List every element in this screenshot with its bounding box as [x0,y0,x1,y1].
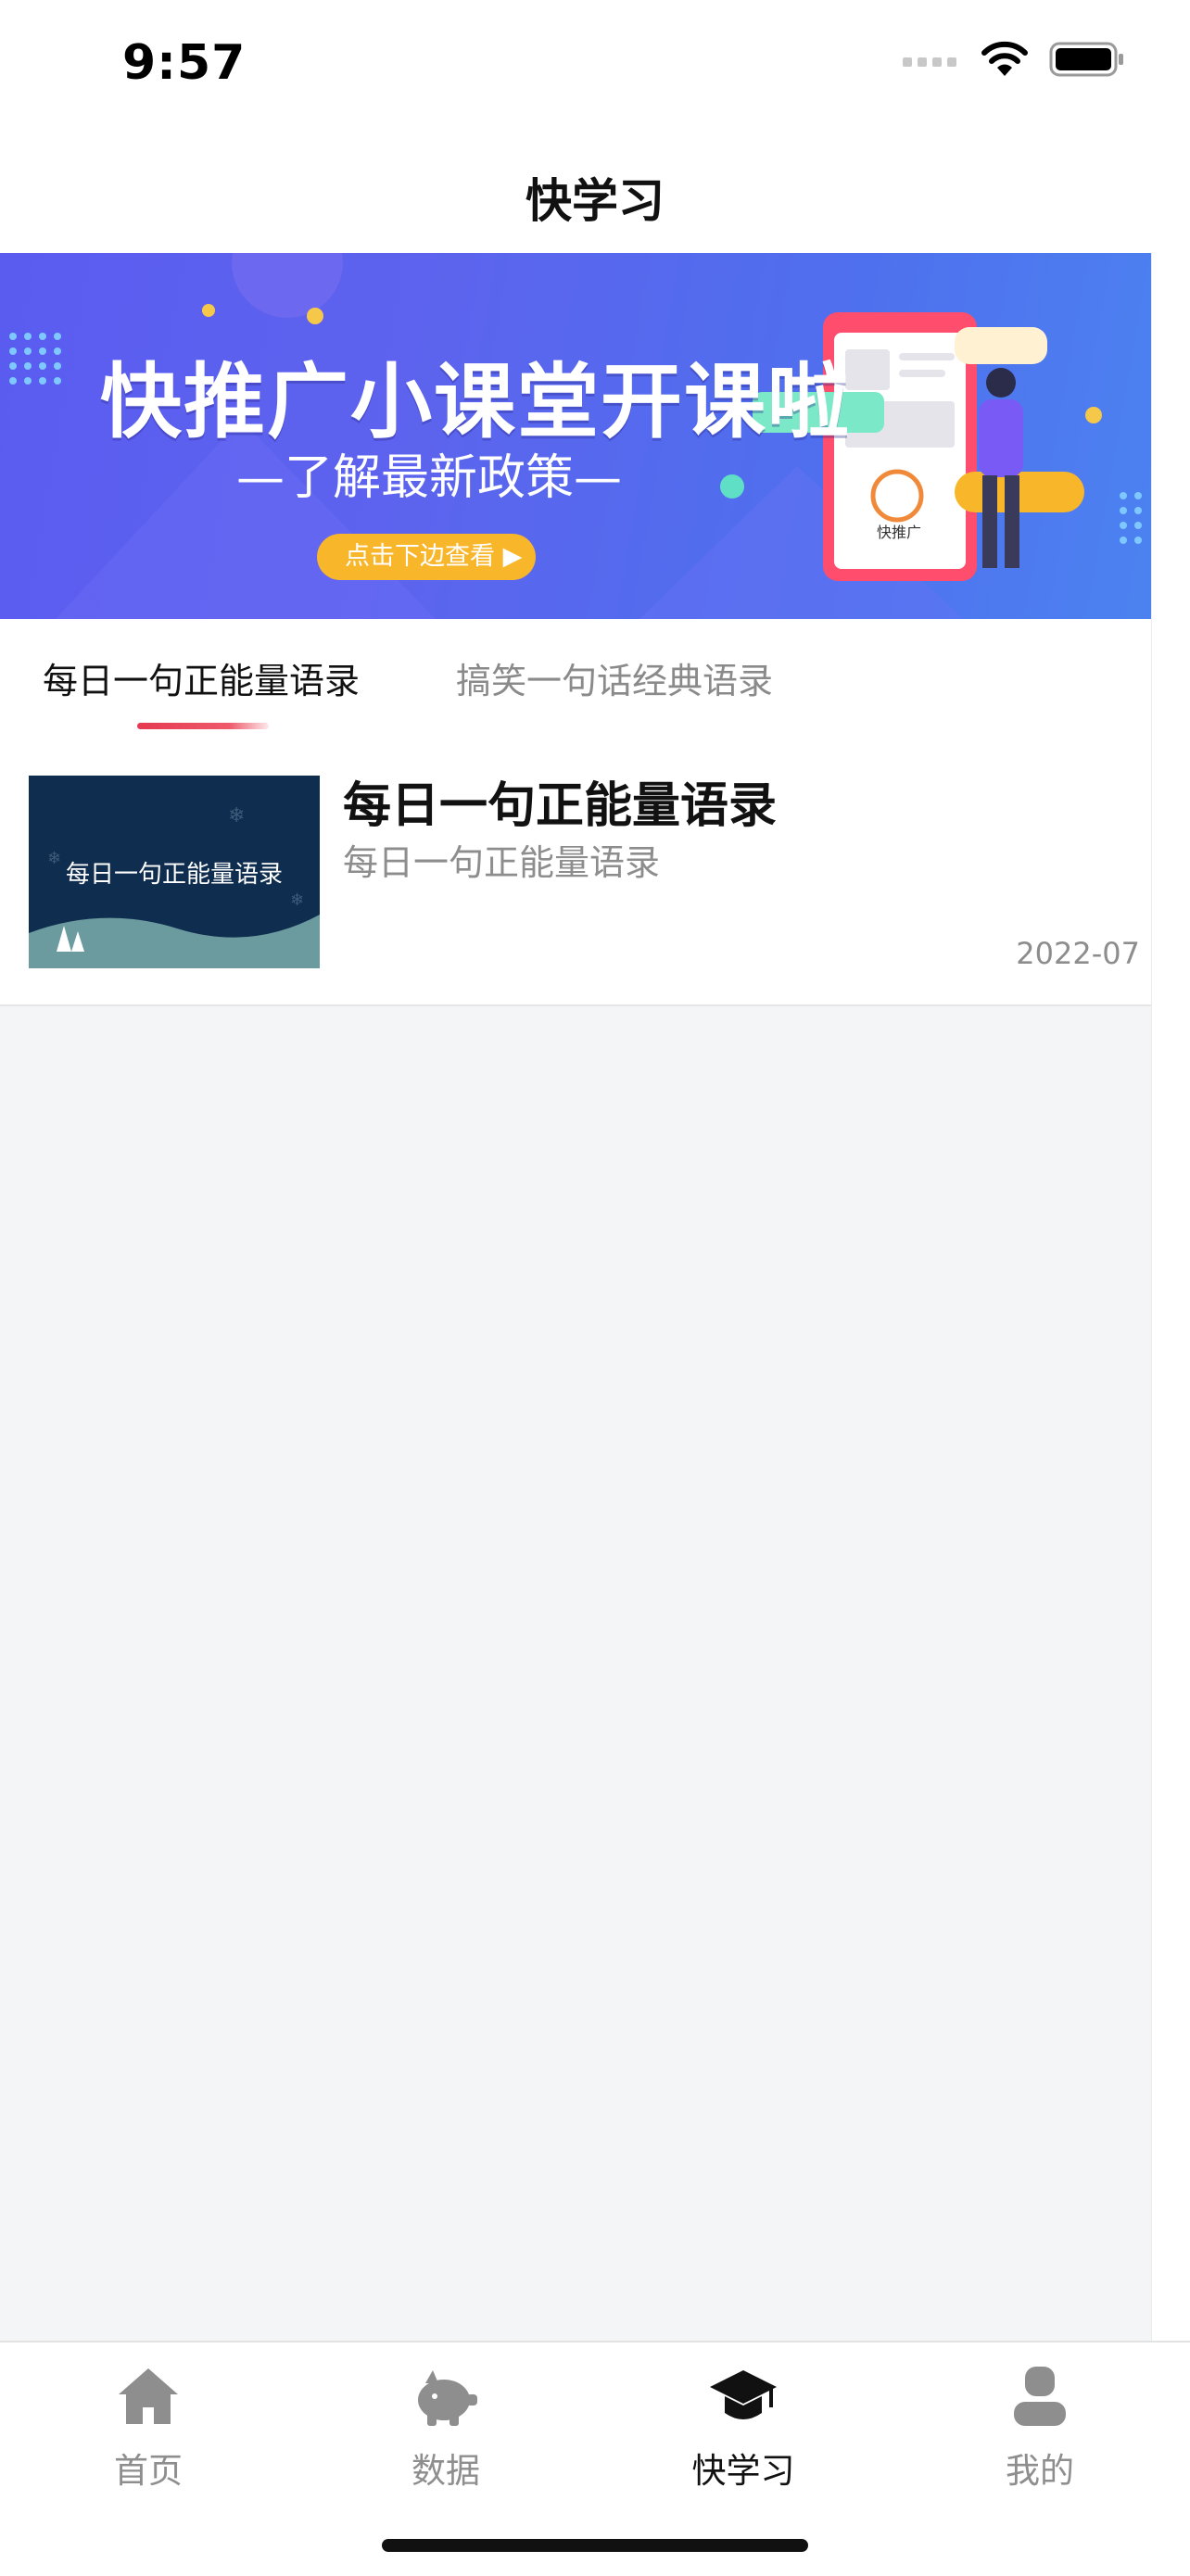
banner-title: 快推广小课堂开课啦 [100,354,852,449]
tab-learn[interactable]: 快学习 [660,2361,827,2493]
thumbnail-caption: 每日一句正能量语录 [65,861,283,889]
status-bar: 9:57 [0,0,1190,134]
tab-active-indicator [137,723,269,729]
tab-home-label: 首页 [114,2451,183,2491]
tab-data[interactable]: 数据 [362,2361,529,2493]
article-date: 2022-07 [1016,936,1140,971]
tab-data-label: 数据 [411,2451,480,2491]
status-icons [903,41,1125,78]
banner-cta-button[interactable]: 点击下边查看 ▶ [317,534,536,580]
home-icon [119,2368,178,2424]
promo-banner[interactable]: 快推广小课堂开课啦 —了解最新政策— 点击下边查看 ▶ 快推广 [0,253,1151,619]
home-indicator[interactable] [382,2539,808,2552]
svg-text:❄: ❄ [228,804,245,827]
banner-logo-text: 快推广 [877,524,922,541]
category-tabs: 每日一句正能量语录 搞笑一句话经典语录 [0,619,1151,734]
tab-me[interactable]: 我的 [956,2361,1123,2493]
banner-subtitle: —了解最新政策— [236,450,623,506]
article-thumbnail: ❄ ❄ ❄ 每日一句正能量语录 [29,776,320,968]
status-time: 9:57 [122,35,247,91]
svg-text:❄: ❄ [290,890,304,910]
empty-list-area [0,1006,1151,2341]
list-item[interactable]: ❄ ❄ ❄ 每日一句正能量语录 每日一句正能量语录 每日一句正能量语录 2022… [0,734,1151,1006]
tab-funny-quotes[interactable]: 搞笑一句话经典语录 [456,652,773,703]
scroll-edge [1151,253,1190,2341]
tab-learn-label: 快学习 [691,2451,795,2491]
user-icon [1014,2367,1066,2426]
tab-home[interactable]: 首页 [65,2361,232,2493]
graduation-cap-icon [710,2370,777,2419]
piggy-bank-icon [418,2370,477,2426]
tab-me-label: 我的 [1006,2451,1074,2491]
nav-bar: 快学习 [0,134,1190,254]
wifi-icon [981,41,1028,76]
battery-icon [1049,42,1123,77]
cellular-signal-icon [903,57,956,67]
page-title: 快学习 [525,174,665,228]
article-subtitle: 每日一句正能量语录 [343,842,661,883]
article-title: 每日一句正能量语录 [343,778,778,834]
tab-daily-quotes[interactable]: 每日一句正能量语录 [43,652,360,703]
